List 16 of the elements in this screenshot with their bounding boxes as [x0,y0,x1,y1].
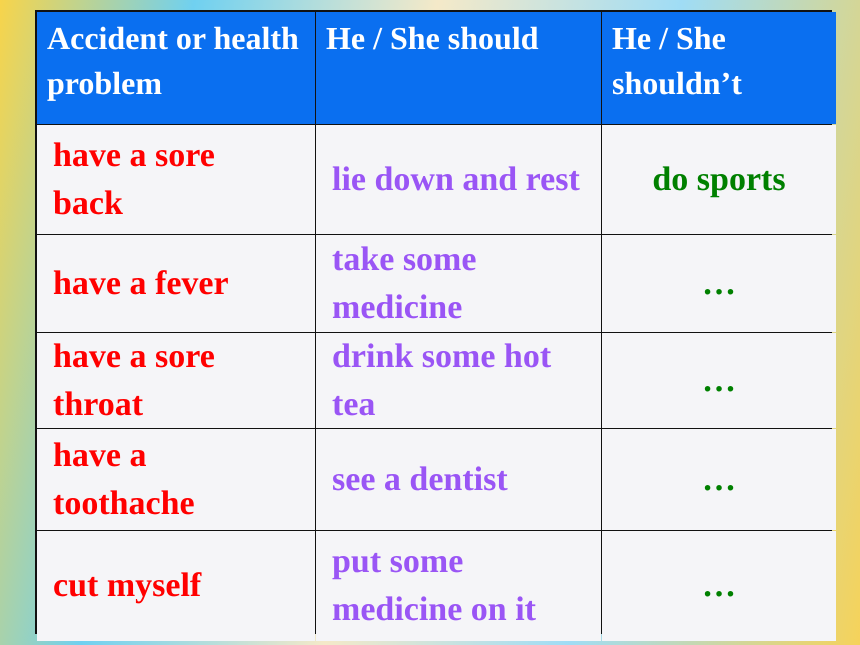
warning-text: … [702,264,736,304]
advice-text: see a dentist [332,460,508,500]
warning-text: … [702,460,736,500]
column-header: He / She shouldn’t [602,12,836,124]
column-header: He / She should [316,12,601,124]
advice-text: drink some hot tea [332,336,552,424]
problem-text: have a toothache [53,436,196,524]
problem-text: have a sore back [53,136,216,224]
column-header: Accident or health problem [37,12,315,124]
warning-text: do sports [652,160,786,200]
advice-text: put some medicine on it [332,542,537,630]
advice-text: lie down and rest [332,160,580,200]
warning-text: … [702,360,736,401]
problem-text: have a fever [53,264,229,304]
warning-text: … [702,566,736,606]
problem-text: cut myself [53,566,202,606]
